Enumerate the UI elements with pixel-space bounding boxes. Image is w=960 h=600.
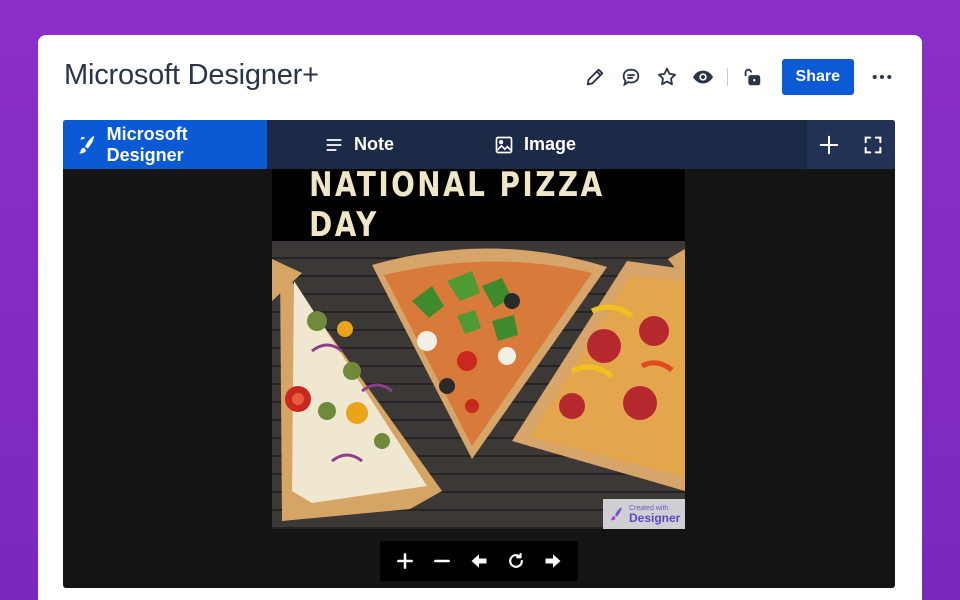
- viewer-controls: [380, 541, 578, 581]
- fullscreen-icon[interactable]: [855, 127, 891, 163]
- unlock-icon[interactable]: [734, 59, 770, 95]
- page-card: Microsoft Designer+ Share Microsoft Desi…: [38, 35, 922, 600]
- tab-image-label: Image: [524, 134, 577, 154]
- page-title: Microsoft Designer+: [64, 59, 319, 91]
- reset-icon[interactable]: [501, 546, 531, 576]
- poster-header: NATIONAL PIZZA DAY: [272, 169, 685, 245]
- poster-title: NATIONAL PIZZA DAY: [309, 169, 605, 245]
- zoom-out-icon[interactable]: [427, 546, 457, 576]
- designer-embed: Microsoft Designer Note Image NATIONAL P…: [63, 120, 895, 588]
- tab-image[interactable]: Image: [494, 120, 576, 169]
- arrow-right-icon[interactable]: [538, 546, 568, 576]
- designer-logo-icon: [610, 507, 622, 521]
- image-icon: [495, 136, 513, 153]
- poster-image: NATIONAL PIZZA DAY Created with Designer: [272, 169, 685, 529]
- page-actions: Share: [577, 57, 900, 97]
- pencil-icon[interactable]: [577, 59, 613, 95]
- tab-note-label: Note: [354, 134, 394, 154]
- share-button[interactable]: Share: [781, 59, 854, 95]
- designer-logo-icon: [78, 135, 95, 153]
- tab-microsoft-designer[interactable]: Microsoft Designer: [63, 120, 267, 169]
- created-with-designer-badge: Created with Designer: [603, 499, 685, 529]
- watermark-big-text: Designer: [629, 510, 681, 525]
- pizza-photo: [272, 241, 685, 529]
- embed-toolbar: Microsoft Designer Note Image: [63, 120, 895, 169]
- eye-icon[interactable]: [685, 59, 721, 95]
- comment-icon[interactable]: [613, 59, 649, 95]
- divider: [726, 68, 728, 86]
- note-lines-icon: [326, 138, 342, 151]
- embed-right-actions: [807, 120, 895, 169]
- more-icon[interactable]: [864, 59, 900, 95]
- tab-note[interactable]: Note: [324, 120, 394, 169]
- zoom-in-icon[interactable]: [390, 546, 420, 576]
- plus-icon[interactable]: [811, 127, 847, 163]
- arrow-left-icon[interactable]: [464, 546, 494, 576]
- star-icon[interactable]: [649, 59, 685, 95]
- brand-label: Microsoft Designer: [106, 123, 188, 165]
